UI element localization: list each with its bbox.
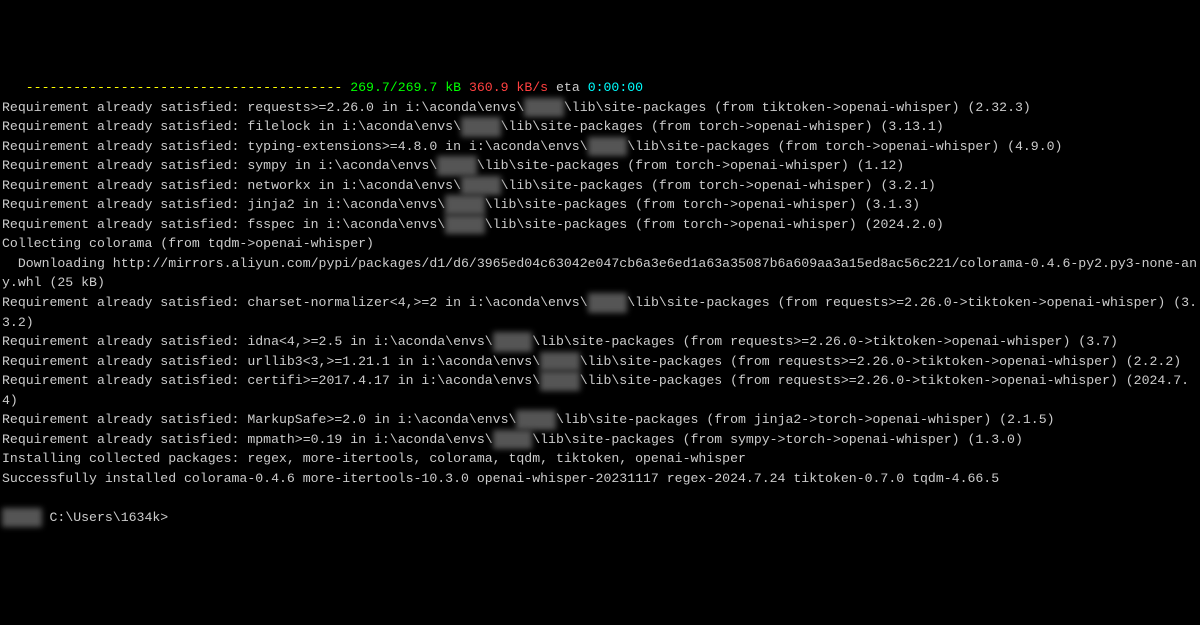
requirement-line: Requirement already satisfied: typing-ex… [2,137,1198,157]
progress-bar-dashes: ---------------------------------------- [2,80,342,95]
requirement-line: Requirement already satisfied: fsspec in… [2,215,1198,235]
requirement-line: Requirement already satisfied: mpmath>=0… [2,430,1198,450]
requirement-line: Requirement already satisfied: urllib3<3… [2,352,1198,372]
requirement-line: Requirement already satisfied: requests>… [2,98,1198,118]
prompt-env-blur: xxxxx [2,508,42,528]
env-name-blur: xxxxx [445,215,485,235]
env-name-blur: xxxxx [437,156,477,176]
env-name-blur: xxxxx [493,332,533,352]
requirement-line: Requirement already satisfied: idna<4,>=… [2,332,1198,352]
progress-line: ----------------------------------------… [2,78,1198,98]
requirement-line: Requirement already satisfied: jinja2 in… [2,195,1198,215]
downloading-line: Downloading http://mirrors.aliyun.com/py… [2,254,1198,293]
env-name-blur: xxxxx [461,117,501,137]
requirement-line: Requirement already satisfied: networkx … [2,176,1198,196]
prompt-line[interactable]: xxxxx C:\Users\1634k> [2,508,1198,528]
terminal-output: ----------------------------------------… [0,78,1200,527]
blank-line [2,488,1198,508]
env-name-blur: xxxxx [540,371,580,391]
env-name-blur: xxxxx [461,176,501,196]
installing-line: Installing collected packages: regex, mo… [2,449,1198,469]
requirement-line: Requirement already satisfied: sympy in … [2,156,1198,176]
env-name-blur: xxxxx [588,293,628,313]
requirement-line: Requirement already satisfied: charset-n… [2,293,1198,332]
collecting-line: Collecting colorama (from tqdm->openai-w… [2,234,1198,254]
prompt-path: C:\Users\1634k> [42,510,169,525]
requirement-line: Requirement already satisfied: MarkupSaf… [2,410,1198,430]
requirement-line: Requirement already satisfied: certifi>=… [2,371,1198,410]
env-name-blur: xxxxx [445,195,485,215]
progress-speed: 360.9 kB/s [469,80,548,95]
env-name-blur: xxxxx [588,137,628,157]
env-name-blur: xxxxx [493,430,533,450]
progress-bytes: 269.7/269.7 kB [350,80,461,95]
success-line: Successfully installed colorama-0.4.6 mo… [2,469,1198,489]
env-name-blur: xxxxx [524,98,564,118]
requirement-line: Requirement already satisfied: filelock … [2,117,1198,137]
progress-eta-label: eta [556,80,580,95]
env-name-blur: xxxxx [540,352,580,372]
env-name-blur: xxxxx [516,410,556,430]
progress-eta-time: 0:00:00 [588,80,643,95]
